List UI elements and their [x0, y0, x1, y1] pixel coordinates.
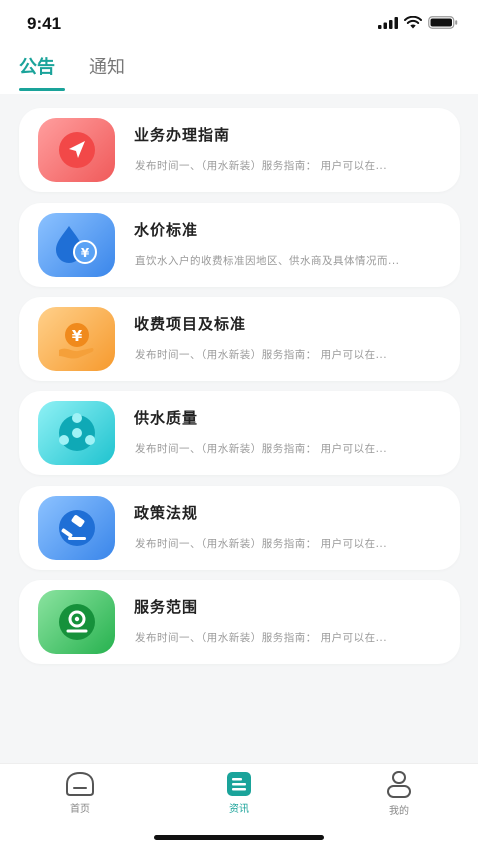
battery-icon — [428, 16, 458, 29]
location-pin-icon — [38, 590, 115, 654]
card-title: 水价标准 — [134, 221, 199, 239]
card-description: 直饮水入户的收费标准因地区、供水商及具体情况而... — [135, 255, 400, 267]
home-icon — [66, 771, 94, 796]
card-business-guide[interactable]: 业务办理指南 发布时间一、（用水新装）服务指南： 用户可以在... — [19, 108, 460, 192]
card-title: 收费项目及标准 — [134, 315, 247, 333]
nav-label: 资讯 — [229, 804, 249, 815]
card-title: 政策法规 — [134, 504, 199, 522]
nav-home[interactable]: 首页 — [50, 770, 110, 815]
water-quality-icon — [38, 401, 115, 465]
nav-label: 我的 — [389, 806, 409, 817]
svg-text:¥: ¥ — [71, 327, 82, 345]
nav-news[interactable]: 资讯 — [209, 770, 269, 815]
card-description: 发布时间一、（用水新装）服务指南： 用户可以在... — [135, 160, 388, 172]
card-service-scope[interactable]: 服务范围 发布时间一、（用水新装）服务指南： 用户可以在... — [19, 580, 460, 664]
card-description: 发布时间一、（用水新装）服务指南： 用户可以在... — [135, 632, 388, 644]
yuan-coin-hand-icon: ¥ — [38, 307, 115, 371]
wifi-icon — [404, 16, 422, 29]
nav-profile[interactable]: 我的 — [369, 770, 429, 817]
card-title: 业务办理指南 — [134, 126, 231, 144]
cellular-signal-icon — [378, 16, 398, 29]
card-water-quality[interactable]: 供水质量 发布时间一、（用水新装）服务指南： 用户可以在... — [19, 391, 460, 475]
navigation-arrow-icon — [38, 118, 115, 182]
status-icons — [378, 16, 458, 29]
tab-announcements[interactable]: 公告 — [19, 56, 55, 80]
card-title: 供水质量 — [134, 409, 199, 427]
home-indicator — [154, 835, 324, 840]
status-bar: 9:41 — [0, 0, 478, 50]
card-title: 服务范围 — [134, 598, 199, 616]
card-fee-items[interactable]: ¥ 收费项目及标准 发布时间一、（用水新装）服务指南： 用户可以在... — [19, 297, 460, 381]
news-icon — [227, 772, 251, 796]
tabs-bar: 公告 通知 — [0, 50, 478, 94]
status-time: 9:41 — [27, 14, 62, 33]
tab-notifications[interactable]: 通知 — [89, 56, 125, 80]
card-description: 发布时间一、（用水新装）服务指南： 用户可以在... — [135, 538, 388, 550]
card-policies-regulations[interactable]: 政策法规 发布时间一、（用水新装）服务指南： 用户可以在... — [19, 486, 460, 570]
active-tab-indicator — [19, 88, 65, 91]
profile-icon — [387, 771, 411, 798]
card-description: 发布时间一、（用水新装）服务指南： 用户可以在... — [135, 443, 388, 455]
gavel-icon — [38, 496, 115, 560]
svg-text:¥: ¥ — [80, 246, 89, 260]
nav-label: 首页 — [70, 804, 90, 815]
water-drop-yuan-icon: ¥ — [38, 213, 115, 277]
card-water-price[interactable]: ¥ 水价标准 直饮水入户的收费标准因地区、供水商及具体情况而... — [19, 203, 460, 287]
card-description: 发布时间一、（用水新装）服务指南： 用户可以在... — [135, 349, 388, 361]
